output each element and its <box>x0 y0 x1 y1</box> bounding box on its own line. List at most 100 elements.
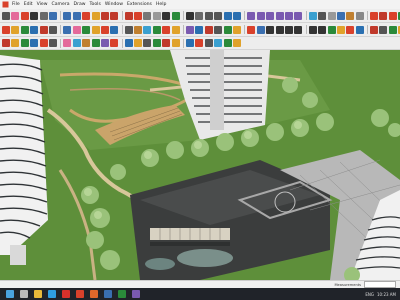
plugin-g-icon[interactable] <box>63 25 72 34</box>
model-viewport[interactable] <box>0 50 400 280</box>
tool-23-icon[interactable] <box>223 39 232 47</box>
push-pull-icon[interactable] <box>91 11 100 20</box>
menu-file[interactable]: File <box>10 0 22 9</box>
plugin-c-icon[interactable] <box>20 25 29 34</box>
zoom-extents-icon[interactable] <box>214 11 223 20</box>
measurements-input[interactable] <box>364 281 396 288</box>
clock[interactable]: 10:23 AM <box>377 292 396 297</box>
tool-20-icon[interactable] <box>195 39 204 47</box>
menu-extensions[interactable]: Extensions <box>125 0 154 9</box>
menu-draw[interactable]: Draw <box>72 0 88 9</box>
tool-17-icon[interactable] <box>162 39 171 47</box>
front-view-icon[interactable] <box>266 11 275 20</box>
ring-icon[interactable] <box>318 25 327 34</box>
plugin-h-icon[interactable] <box>72 25 81 34</box>
paint-icon[interactable] <box>20 11 29 20</box>
plugin-j-icon[interactable] <box>91 25 100 34</box>
tool-8-icon[interactable] <box>72 39 81 47</box>
plugin-r-icon[interactable] <box>171 25 180 34</box>
plugin-z-icon[interactable] <box>256 25 265 34</box>
iso-view-icon[interactable] <box>247 11 256 20</box>
plugin-y-icon[interactable] <box>247 25 256 34</box>
plugin-t-icon[interactable] <box>195 25 204 34</box>
plugin-f-icon[interactable] <box>48 25 57 34</box>
zoom-icon[interactable] <box>204 11 213 20</box>
hidden-line-icon[interactable] <box>327 11 336 20</box>
menu-tools[interactable]: Tools <box>88 0 103 9</box>
ring-icon[interactable] <box>275 25 284 34</box>
acrobat-icon[interactable] <box>62 290 70 298</box>
plugin-s-icon[interactable] <box>186 25 195 34</box>
shape-icon[interactable] <box>355 25 364 34</box>
edge-browser-icon[interactable] <box>48 290 56 298</box>
plugin-m-icon[interactable] <box>124 25 133 34</box>
tool-21-icon[interactable] <box>204 39 213 47</box>
shape-icon[interactable] <box>336 25 345 34</box>
menu-camera[interactable]: Camera <box>50 0 72 9</box>
shape-icon[interactable] <box>346 25 355 34</box>
arc-icon[interactable] <box>82 11 91 20</box>
previous-view-icon[interactable] <box>223 11 232 20</box>
tool-6-icon[interactable] <box>48 39 57 47</box>
eraser-icon[interactable] <box>11 11 20 20</box>
shape-icon[interactable] <box>379 25 388 34</box>
plugin-q-icon[interactable] <box>162 25 171 34</box>
plugin-k-icon[interactable] <box>100 25 109 34</box>
axes-icon[interactable] <box>171 11 180 20</box>
windows-start-icon[interactable] <box>6 290 14 298</box>
menu-edit[interactable]: Edit <box>22 0 35 9</box>
menu-window[interactable]: Window <box>103 0 125 9</box>
tool-12-icon[interactable] <box>110 39 119 47</box>
plugin-i-icon[interactable] <box>82 25 91 34</box>
plugin-v-icon[interactable] <box>214 25 223 34</box>
tool-18-icon[interactable] <box>171 39 180 47</box>
rotate-icon[interactable] <box>110 11 119 20</box>
plugin-p-icon[interactable] <box>152 25 161 34</box>
shape-icon[interactable] <box>370 25 379 34</box>
left-view-icon[interactable] <box>294 11 303 20</box>
plugin-n-icon[interactable] <box>134 25 143 34</box>
protractor-icon[interactable] <box>152 11 161 20</box>
tool-19-icon[interactable] <box>186 39 195 47</box>
magnet-icon[interactable] <box>379 11 388 20</box>
xray-icon[interactable] <box>308 11 317 20</box>
orbit-icon[interactable] <box>186 11 195 20</box>
plugin-a-icon[interactable] <box>2 25 10 34</box>
tool-1-icon[interactable] <box>2 39 10 47</box>
polygon-icon[interactable] <box>72 11 81 20</box>
warehouse-icon[interactable] <box>388 11 397 20</box>
back-view-icon[interactable] <box>284 11 293 20</box>
tool-7-icon[interactable] <box>63 39 72 47</box>
plugin-b-icon[interactable] <box>11 25 20 34</box>
shaded-icon[interactable] <box>336 11 345 20</box>
rectangle-icon[interactable] <box>48 11 57 20</box>
tool-10-icon[interactable] <box>91 39 100 47</box>
tool-13-icon[interactable] <box>124 39 133 47</box>
ring-icon[interactable] <box>308 25 317 34</box>
tool-15-icon[interactable] <box>143 39 152 47</box>
ring-icon[interactable] <box>266 25 275 34</box>
app-icon[interactable] <box>132 290 140 298</box>
plugin-u-icon[interactable] <box>204 25 213 34</box>
select-icon[interactable] <box>2 11 10 20</box>
tool-2-icon[interactable] <box>11 39 20 47</box>
text-icon[interactable] <box>162 11 171 20</box>
tool-22-icon[interactable] <box>214 39 223 47</box>
tool-24-icon[interactable] <box>232 39 241 47</box>
plugin-e-icon[interactable] <box>39 25 48 34</box>
ring-icon[interactable] <box>284 25 293 34</box>
app-icon[interactable] <box>118 290 126 298</box>
monochrome-icon[interactable] <box>355 11 364 20</box>
search-icon[interactable] <box>20 290 28 298</box>
top-view-icon[interactable] <box>256 11 265 20</box>
circle-icon[interactable] <box>63 11 72 20</box>
move-icon[interactable] <box>100 11 109 20</box>
plugin-w-icon[interactable] <box>223 25 232 34</box>
tool-9-icon[interactable] <box>82 39 91 47</box>
next-view-icon[interactable] <box>232 11 241 20</box>
tape-icon[interactable] <box>143 11 152 20</box>
tool-5-icon[interactable] <box>39 39 48 47</box>
menu-help[interactable]: Help <box>154 0 168 9</box>
shape-icon[interactable] <box>327 25 336 34</box>
menu-view[interactable]: View <box>35 0 50 9</box>
